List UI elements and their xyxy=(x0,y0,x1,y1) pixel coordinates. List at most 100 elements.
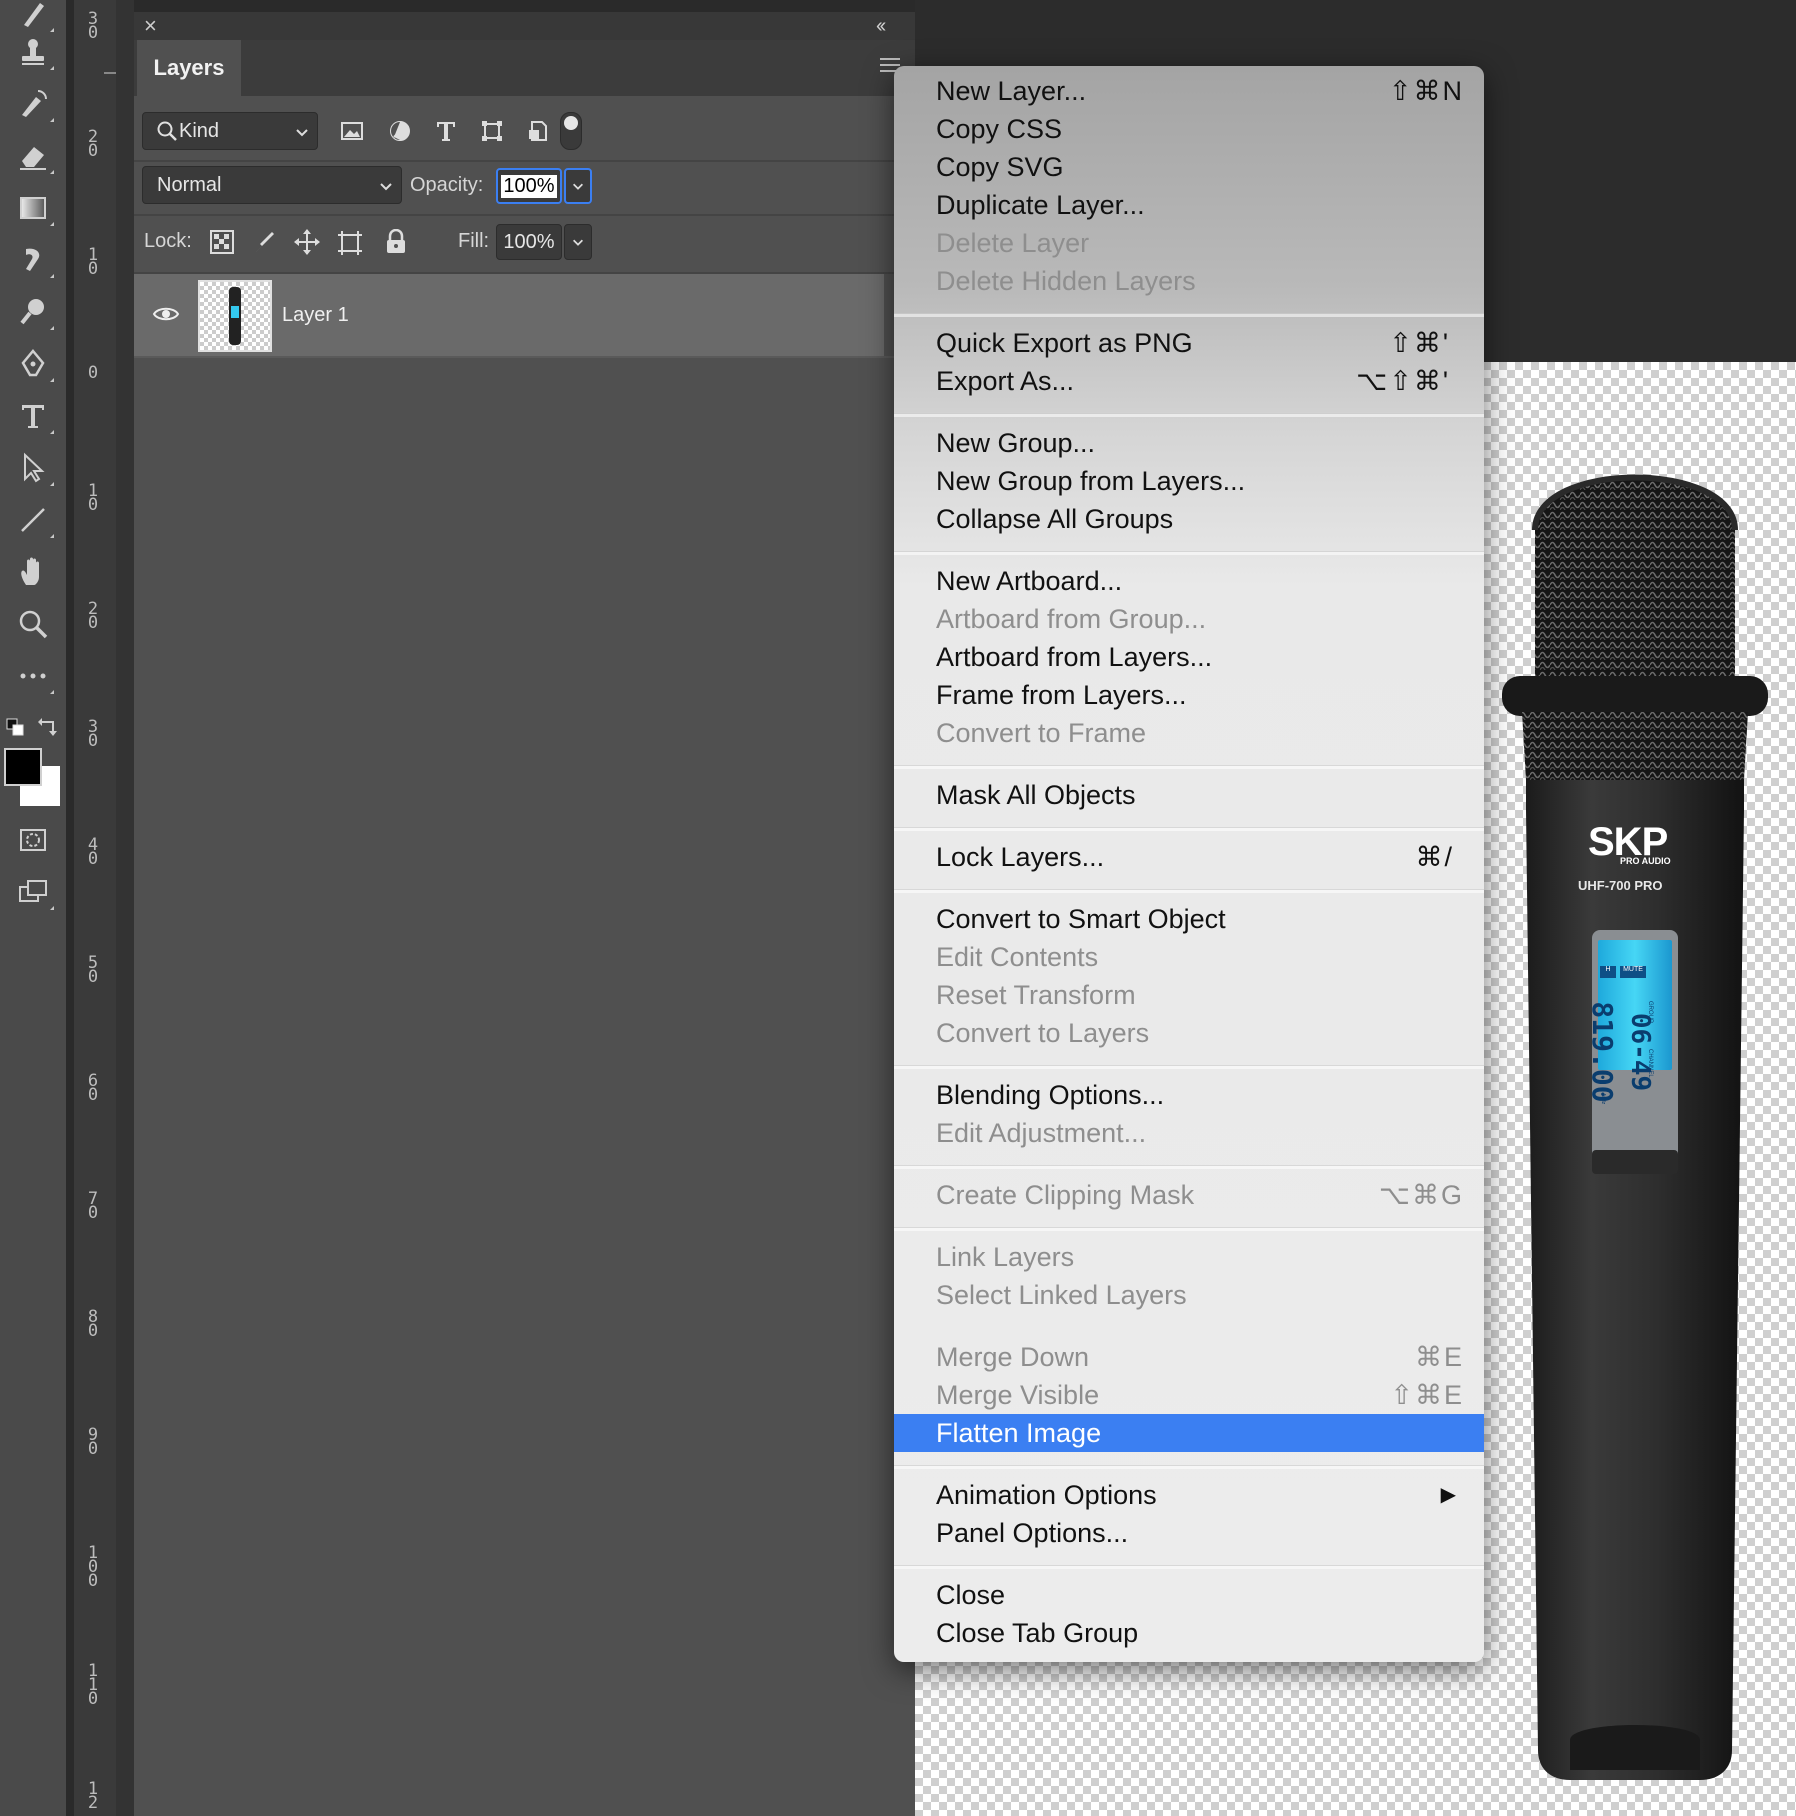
type-tool-icon[interactable] xyxy=(10,394,56,438)
menu-item[interactable]: Animation Options ▶ xyxy=(894,1476,1484,1514)
menu-item-label: New Artboard... xyxy=(936,566,1123,596)
lcd-group-label: GROUP xyxy=(1647,1001,1653,1024)
menu-separator xyxy=(894,313,1484,317)
ruler-label: 8 0 xyxy=(87,1307,99,1341)
menu-separator xyxy=(894,1565,1484,1569)
lock-transparent-pixels-icon[interactable] xyxy=(210,230,234,254)
adjustment-layer-filter-icon[interactable] xyxy=(388,119,412,143)
history-brush-tool-icon[interactable] xyxy=(10,82,56,126)
panel-header xyxy=(134,12,915,40)
menu-item: Reset Transform xyxy=(894,976,1484,1014)
menu-item-label: Mask All Objects xyxy=(936,780,1136,810)
fill-input[interactable]: 100% xyxy=(496,224,562,260)
clone-stamp-tool-icon[interactable] xyxy=(10,30,56,74)
opacity-label: Opacity: xyxy=(410,174,484,196)
filter-toggle-switch[interactable] xyxy=(560,112,582,150)
menu-item[interactable]: Convert to Smart Object xyxy=(894,900,1484,938)
pixel-layer-filter-icon[interactable] xyxy=(340,119,364,143)
panel-close-icon[interactable]: × xyxy=(144,14,157,38)
layer-thumbnail[interactable] xyxy=(198,280,272,352)
menu-item: Edit Adjustment... xyxy=(894,1114,1484,1152)
blend-mode-value: Normal xyxy=(157,173,222,196)
blend-mode-select[interactable]: Normal xyxy=(142,166,402,204)
more-tools-icon[interactable] xyxy=(10,654,56,698)
ruler-divider xyxy=(116,0,134,1816)
foreground-color-swatch[interactable] xyxy=(4,748,42,786)
quick-mask-icon[interactable] xyxy=(10,818,56,862)
dodge-tool-icon[interactable] xyxy=(10,290,56,334)
menu-item[interactable]: Frame from Layers... xyxy=(894,676,1484,714)
menu-item-label: Merge Down xyxy=(936,1342,1090,1372)
menu-item-label: Create Clipping Mask xyxy=(936,1180,1195,1210)
menu-item[interactable]: Collapse All Groups xyxy=(894,500,1484,538)
menu-item[interactable]: Export As... ⌥⇧⌘' xyxy=(894,362,1484,400)
menu-separator xyxy=(894,1165,1484,1169)
menu-item[interactable]: Copy SVG xyxy=(894,148,1484,186)
tab-layers[interactable]: Layers xyxy=(137,40,241,96)
lock-label: Lock: xyxy=(144,230,192,252)
ruler-label: 6 0 xyxy=(87,1071,99,1105)
panel-collapse-icon[interactable]: ‹‹ xyxy=(876,14,886,38)
menu-separator xyxy=(894,1465,1484,1469)
lock-artboard-icon[interactable] xyxy=(336,229,364,257)
swap-colors-icon[interactable] xyxy=(38,716,58,736)
tools-panel xyxy=(0,0,66,1816)
menu-item[interactable]: Quick Export as PNG ⇧⌘' xyxy=(894,324,1484,362)
menu-item[interactable]: New Group from Layers... xyxy=(894,462,1484,500)
opacity-input[interactable]: 100% xyxy=(496,168,562,204)
menu-item-label: Animation Options xyxy=(936,1480,1157,1510)
ruler-label: 0 xyxy=(87,363,99,383)
chevron-down-icon xyxy=(573,239,583,246)
menu-item-label: Artboard from Layers... xyxy=(936,642,1213,672)
eraser-tool-icon[interactable] xyxy=(10,134,56,178)
menu-item[interactable]: Copy CSS xyxy=(894,110,1484,148)
opacity-value: 100% xyxy=(501,174,557,198)
type-layer-filter-icon[interactable] xyxy=(434,119,458,143)
mic-brand-sub: PRO AUDIO xyxy=(1620,856,1671,866)
layer-name[interactable]: Layer 1 xyxy=(282,304,349,327)
menu-item[interactable]: Close Tab Group xyxy=(894,1614,1484,1652)
gradient-tool-icon[interactable] xyxy=(10,186,56,230)
lock-image-pixels-icon[interactable] xyxy=(252,230,276,254)
lcd-badge-mute: MUTE xyxy=(1620,966,1646,978)
panel-tab-bar xyxy=(134,40,915,96)
shape-layer-filter-icon[interactable] xyxy=(480,119,504,143)
screen-mode-icon[interactable] xyxy=(10,870,56,914)
menu-item[interactable]: New Artboard... xyxy=(894,562,1484,600)
menu-separator xyxy=(894,765,1484,769)
smart-object-filter-icon[interactable] xyxy=(526,119,550,143)
chevron-down-icon xyxy=(573,183,583,190)
opacity-slider-button[interactable] xyxy=(564,168,592,204)
menu-item[interactable]: Blending Options... xyxy=(894,1076,1484,1114)
submenu-arrow-icon: ▶ xyxy=(1440,1484,1458,1506)
hand-tool-icon[interactable] xyxy=(10,550,56,594)
smudge-tool-icon[interactable] xyxy=(10,238,56,282)
menu-item-shortcut: ⌘E xyxy=(1414,1342,1464,1372)
path-selection-tool-icon[interactable] xyxy=(10,446,56,490)
line-tool-icon[interactable] xyxy=(10,498,56,542)
eye-icon[interactable] xyxy=(152,304,180,324)
menu-item[interactable]: Panel Options... xyxy=(894,1514,1484,1552)
lcd-badge-hi: H xyxy=(1600,966,1616,978)
menu-item: Delete Hidden Layers xyxy=(894,262,1484,300)
menu-item-label: Edit Adjustment... xyxy=(936,1118,1147,1148)
lock-position-icon[interactable] xyxy=(293,228,321,256)
menu-item-label: Convert to Layers xyxy=(936,1018,1150,1048)
fill-slider-button[interactable] xyxy=(564,224,592,260)
menu-item[interactable]: Duplicate Layer... xyxy=(894,186,1484,224)
menu-item[interactable]: Artboard from Layers... xyxy=(894,638,1484,676)
menu-item[interactable]: New Layer... ⇧⌘N xyxy=(894,72,1484,110)
menu-item[interactable]: Lock Layers... ⌘/ xyxy=(894,838,1484,876)
menu-item-label: Delete Hidden Layers xyxy=(936,266,1196,296)
menu-item-shortcut: ⌥⇧⌘' xyxy=(1356,366,1450,396)
lock-all-icon[interactable] xyxy=(384,228,408,255)
zoom-tool-icon[interactable] xyxy=(10,602,56,646)
default-colors-icon[interactable] xyxy=(6,718,24,736)
pen-tool-icon[interactable] xyxy=(10,342,56,386)
menu-item[interactable]: Mask All Objects xyxy=(894,776,1484,814)
menu-item[interactable]: Flatten Image xyxy=(894,1414,1484,1452)
menu-item[interactable]: New Group... xyxy=(894,424,1484,462)
menu-item: Delete Layer xyxy=(894,224,1484,262)
menu-item[interactable]: Close xyxy=(894,1576,1484,1614)
layers-panel-context-menu: New Layer... ⇧⌘N Copy CSS Copy SVG Duplicate… xyxy=(894,66,1484,1662)
